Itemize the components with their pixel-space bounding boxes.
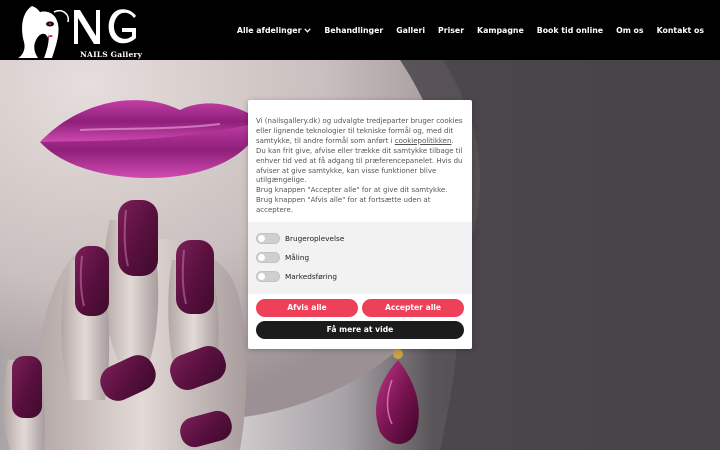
cookie-paragraph-1: Vi (nailsgallery.dk) og udvalgte tredjep…	[256, 117, 464, 147]
toggle-knob	[258, 234, 265, 242]
learn-more-button[interactable]: Få mere at vide	[256, 321, 464, 339]
nav-item-kampagne[interactable]: Kampagne	[477, 26, 524, 35]
cookie-option-maaling: Måling	[256, 251, 309, 263]
reject-all-button[interactable]: Afvis alle	[256, 299, 358, 317]
cookie-policy-link[interactable]: cookiepolitikken	[395, 137, 452, 145]
nav-item-book-tid-online[interactable]: Book tid online	[537, 26, 603, 35]
cookie-option-markedsfoering: Markedsføring	[256, 270, 337, 282]
main-nav: Alle afdelinger Behandlinger Galleri Pri…	[237, 0, 704, 60]
nav-item-priser[interactable]: Priser	[438, 26, 464, 35]
cookie-description: Vi (nailsgallery.dk) og udvalgte tredjep…	[256, 117, 464, 216]
cookie-text-after-link: .	[451, 136, 454, 145]
toggle-maaling[interactable]	[256, 251, 280, 263]
nav-item-kontakt-os[interactable]: Kontakt os	[657, 26, 704, 35]
cookie-option-brugeroplevelse: Brugeroplevelse	[256, 232, 344, 244]
chevron-down-icon	[304, 27, 312, 33]
accept-all-button[interactable]: Accepter alle	[362, 299, 464, 317]
toggle-knob	[258, 253, 265, 261]
nav-item-label: Alle afdelinger	[236, 25, 302, 35]
nav-item-galleri[interactable]: Galleri	[396, 26, 425, 35]
cookie-preferences-panel: Brugeroplevelse Måling Markedsføring	[248, 222, 472, 294]
option-label: Markedsføring	[285, 271, 337, 281]
toggle-brugeroplevelse[interactable]	[256, 232, 280, 244]
cookie-paragraph-3: Brug knappen "Accepter alle" for at give…	[256, 186, 448, 215]
nav-item-alle-afdelinger[interactable]: Alle afdelinger	[237, 26, 312, 35]
cookie-consent-dialog: Vi (nailsgallery.dk) og udvalgte tredjep…	[248, 100, 472, 349]
toggle-markedsfoering[interactable]	[256, 270, 280, 282]
option-label: Måling	[285, 252, 310, 262]
option-label: Brugeroplevelse	[285, 233, 345, 243]
logo-text: NAILS Gallery	[80, 50, 143, 59]
site-header: NAILS Gallery Alle afdelinger Behandling…	[0, 0, 720, 60]
cookie-paragraph-2: Du kan frit give, afvise eller trække di…	[256, 146, 463, 185]
nav-item-behandlinger[interactable]: Behandlinger	[324, 26, 383, 35]
toggle-knob	[258, 272, 265, 280]
nav-item-om-os[interactable]: Om os	[616, 26, 643, 35]
